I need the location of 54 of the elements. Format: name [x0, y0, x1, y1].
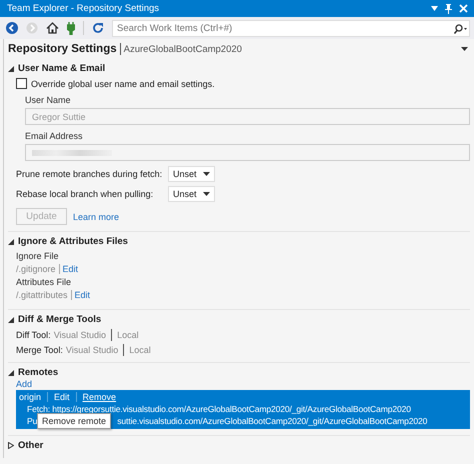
- back-icon[interactable]: [6, 22, 18, 34]
- section-title[interactable]: User Name & Email: [18, 63, 106, 74]
- home-icon[interactable]: [46, 22, 59, 34]
- edit-link[interactable]: Edit: [74, 290, 90, 300]
- repository-name: AzureGlobalBootCamp2020: [124, 44, 243, 54]
- refresh-icon[interactable]: [92, 22, 104, 34]
- caret-icon: [202, 172, 210, 176]
- remote-name: origin: [19, 392, 42, 402]
- option-label: Prune remote branches during fetch:: [16, 169, 164, 179]
- section-title[interactable]: Other: [18, 440, 44, 451]
- section-title[interactable]: Diff & Merge Tools: [18, 314, 102, 325]
- field-label: Email Address: [25, 131, 84, 141]
- close-icon[interactable]: [459, 4, 468, 13]
- tool-label: Merge Tool:: [16, 345, 63, 355]
- expand-icon[interactable]: [8, 370, 14, 376]
- edit-link[interactable]: Edit: [62, 264, 78, 274]
- file-path: /.gitattributes: [16, 290, 68, 300]
- section-title[interactable]: Ignore & Attributes Files: [18, 236, 128, 247]
- push-url: suttie.visualstudio.com/AzureGlobalBootCamp2020/_git/AzureGlobalBootCamp2020: [117, 416, 428, 426]
- page-title: Repository Settings: [8, 43, 117, 55]
- learn-more-link[interactable]: Learn more: [73, 212, 120, 222]
- tool-name: Visual Studio: [66, 345, 118, 355]
- expand-icon[interactable]: [8, 66, 14, 72]
- caret-icon: [202, 192, 210, 196]
- pin-icon[interactable]: [445, 4, 452, 14]
- file-label: Attributes File: [16, 277, 72, 287]
- option-label: Rebase local branch when pulling:: [16, 189, 154, 199]
- expand-icon[interactable]: [8, 238, 14, 244]
- checkbox[interactable]: [16, 78, 27, 89]
- tool-label: Diff Tool:: [16, 330, 51, 340]
- checkbox-label: Override global user name and email settings.: [31, 78, 215, 88]
- window-title: Team Explorer - Repository Settings: [7, 3, 160, 14]
- expand-icon[interactable]: [8, 316, 14, 322]
- file-path: /.gitignore: [16, 264, 56, 274]
- remove-link[interactable]: Remove: [82, 392, 116, 402]
- tool-name: Visual Studio: [54, 330, 106, 340]
- edit-link[interactable]: Edit: [54, 392, 70, 402]
- expand-icon[interactable]: [8, 442, 14, 449]
- plug-icon[interactable]: [67, 22, 75, 34]
- file-label: Ignore File: [16, 251, 60, 261]
- tool-scope: Local: [117, 330, 139, 340]
- search-field[interactable]: Search Work Items (Ctrl+#): [112, 20, 470, 36]
- push-url-start: Pu: [27, 416, 38, 426]
- dropdown[interactable]: Unset: [168, 186, 215, 202]
- fetch-url: Fetch: https://gregorsuttie.visualstudio.com/AzureGlobalBootCamp2020/_git/AzureGlobalBootCamp2020: [27, 404, 412, 414]
- field-label: User Name: [25, 95, 72, 105]
- dropdown-icon[interactable]: [461, 47, 468, 51]
- add-link[interactable]: Add: [16, 379, 32, 389]
- remote-item[interactable]: [16, 390, 470, 429]
- section-title[interactable]: Remotes: [18, 367, 58, 378]
- search-icon[interactable]: [454, 24, 467, 34]
- tooltip: Remove remote: [37, 413, 112, 429]
- dropdown[interactable]: Unset: [168, 166, 215, 182]
- tool-scope: Local: [129, 345, 151, 355]
